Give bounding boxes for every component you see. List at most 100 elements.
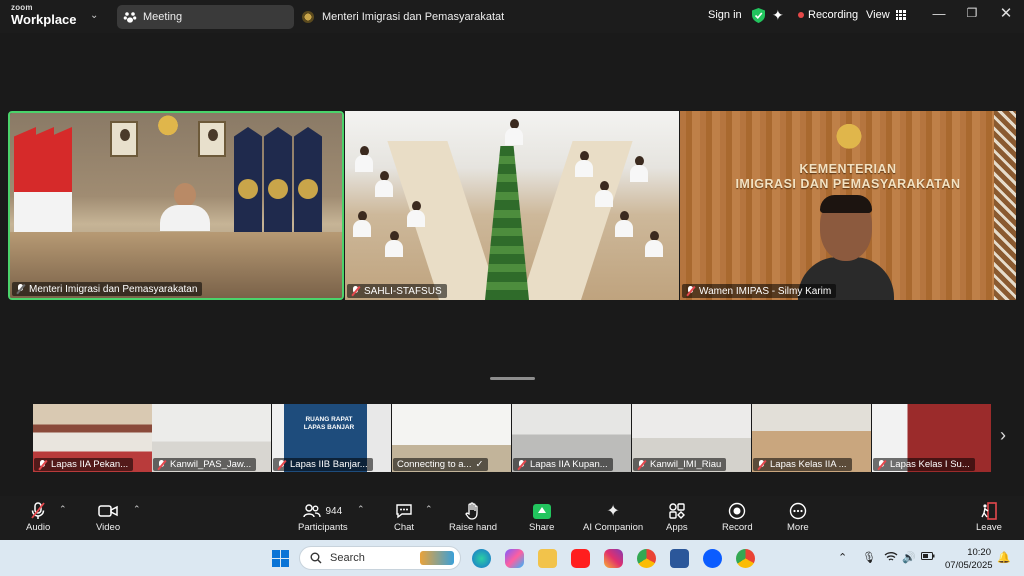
more-button[interactable]: More [787,500,809,533]
chevron-up-icon[interactable]: ⌃ [425,504,433,515]
ai-sparkle-icon[interactable]: ✦ [772,7,784,24]
recording-indicator[interactable]: Recording [798,9,858,21]
window-title-label: Menteri Imigrasi dan Pemasyarakatat [322,11,505,23]
record-icon [728,500,746,522]
participants-count: 944 [325,505,343,517]
garuda-emblem-icon [153,115,183,141]
mic-muted-icon [30,500,46,522]
system-clock[interactable]: 10:20 07/05/2025 [945,546,993,572]
apps-label: Apps [666,522,688,533]
more-label: More [787,522,809,533]
chrome-icon[interactable] [637,549,656,568]
search-icon [310,552,322,564]
mic-muted-icon [686,286,695,296]
speaker-icon[interactable]: 🔊 [902,551,916,564]
windows-start-icon[interactable] [272,550,289,567]
recording-label: Recording [808,9,859,21]
record-button[interactable]: Record [722,500,753,533]
view-label: View [866,9,890,21]
participants-label: Participants [298,522,348,533]
sign-in-button[interactable]: Sign in [708,9,742,21]
resize-handle[interactable] [490,377,535,380]
audio-label: Audio [26,522,51,533]
raise-hand-button[interactable]: Raise hand [449,500,497,533]
share-button[interactable]: Share [529,500,554,533]
leave-button[interactable]: Leave [976,500,1002,533]
chevron-up-icon[interactable]: ⌃ [133,504,141,515]
ministry-emblem-icon [302,11,314,23]
video-button[interactable]: Video [96,500,120,533]
restore-icon[interactable]: ❐ [962,6,982,20]
notification-bell-icon[interactable]: 🔔 [997,551,1011,564]
mic-muted-icon [157,459,166,470]
copilot-icon[interactable] [505,549,524,568]
close-icon[interactable]: ✕ [996,4,1016,22]
video-tile[interactable]: SAHLI-STAFSUS [345,111,679,300]
checkmark-icon: ✓ [475,459,484,470]
video-tile-active-speaker[interactable]: Menteri Imigrasi dan Pemasyarakatan [8,111,344,300]
view-button[interactable]: View [866,9,906,21]
edge-icon[interactable] [472,549,491,568]
thumbnail-tile[interactable]: Lapas Kelas IIA ... [752,404,871,472]
participant-name: Lapas IIA Pekan... [51,459,129,470]
recording-dot-icon [798,12,804,18]
thumbnail-tile[interactable]: Kanwil_IMI_Riau [632,404,751,472]
thumbnail-tile[interactable]: Connecting to a... ✓ [392,404,511,472]
participants-icon [303,504,322,518]
participant-nameplate: Kanwil_IMI_Riau [633,458,727,471]
chevron-right-icon[interactable]: › [1000,425,1006,446]
video-tile[interactable]: KEMENTERIAN IMIGRASI DAN PEMASYARAKATAN … [680,111,1016,300]
thumbnail-tile[interactable]: RUANG RAPAT LAPAS BANJAR Lapas IIB Banja… [272,404,391,472]
mic-muted-icon [351,286,360,296]
share-screen-icon [532,503,551,519]
grid-view-icon [895,10,906,20]
tab-meeting[interactable]: Meeting [117,5,294,29]
share-label: Share [529,522,555,533]
chrome-profile-icon[interactable] [736,549,755,568]
leave-door-icon [980,500,998,522]
participant-name: SAHLI-STAFSUS [364,285,442,297]
ai-sparkle-icon: ✦ [606,503,620,520]
thumbnail-tile[interactable]: Kanwil_PAS_Jaw... [152,404,271,472]
youtube-icon[interactable] [571,549,590,568]
zoom-workplace-logo[interactable]: zoom Workplace [11,3,77,27]
chevron-down-icon[interactable]: ⌄ [90,10,98,21]
zoom-app-icon[interactable] [703,549,722,568]
participant-nameplate: Lapas Kelas IIA ... [753,458,852,471]
participants-button[interactable]: 944 Participants [298,500,348,533]
chevron-up-icon[interactable]: ⌃ [357,504,365,515]
minimize-icon[interactable]: — [929,6,949,21]
microphone-icon[interactable]: 🎙 [862,551,876,564]
chevron-up-icon[interactable]: ⌃ [838,551,847,564]
brand-line-zoom: zoom [11,3,33,12]
chat-button[interactable]: Chat [394,500,414,533]
raise-hand-label: Raise hand [449,522,498,533]
chat-bubble-icon [395,500,413,522]
video-label: Video [96,522,121,533]
file-explorer-icon[interactable] [538,549,557,568]
clock-time: 10:20 [967,547,991,558]
ai-companion-button[interactable]: ✦ AI Companion [583,500,643,533]
shield-check-icon[interactable] [752,8,765,23]
chevron-up-icon[interactable]: ⌃ [59,504,67,515]
taskbar-search-input[interactable]: Search [299,546,461,570]
instagram-icon[interactable] [604,549,623,568]
thumbnail-tile[interactable]: Lapas IIA Pekan... [33,404,152,472]
tab-meeting-label: Meeting [143,11,183,23]
wifi-icon[interactable] [884,551,898,565]
thumbnail-tile[interactable]: Lapas IIA Kupan... [512,404,631,472]
word-icon[interactable] [670,549,689,568]
participant-nameplate: Wamen IMIPAS - Silmy Karim [682,284,837,298]
tab-window-title[interactable]: Menteri Imigrasi dan Pemasyarakatat [302,5,504,29]
participant-name: Lapas Kelas IIA ... [770,459,847,470]
participant-nameplate: Lapas IIA Pekan... [34,458,134,471]
thumbnail-tile[interactable]: Lapas Kelas I Su... [872,404,991,472]
clock-date: 07/05/2025 [945,560,993,571]
video-feed-minister-office [10,113,342,298]
apps-button[interactable]: Apps [666,500,688,533]
audio-button[interactable]: Audio [26,500,50,533]
participant-nameplate: Connecting to a... ✓ [393,458,489,471]
battery-icon[interactable] [921,551,935,563]
windows-taskbar: Search ⌃ 🎙 🔊 10:20 07/05/2025 🔔 [0,540,1024,576]
participant-name: Lapas IIB Banjar... [290,459,368,470]
